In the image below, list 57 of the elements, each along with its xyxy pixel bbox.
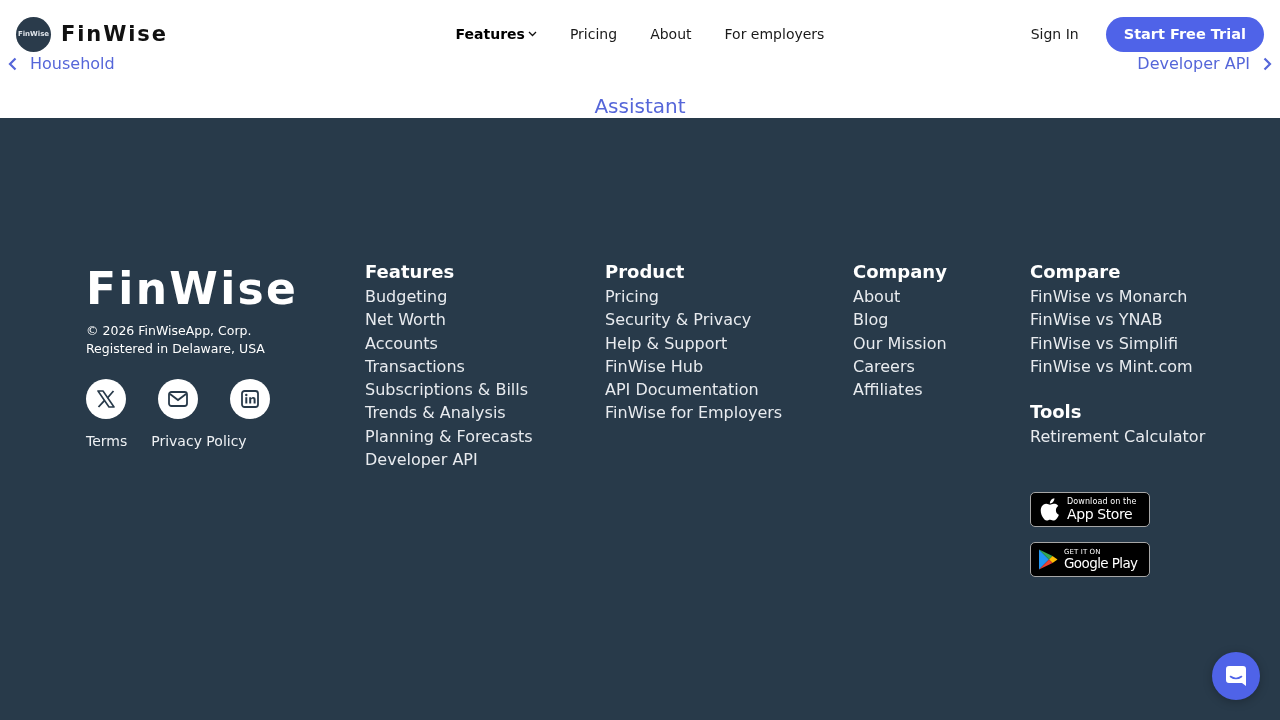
social-link[interactable] [230,379,270,419]
footer-link[interactable]: Developer API [365,448,478,472]
column-heading: Features [365,260,455,284]
nav-link[interactable]: For employers [724,26,825,42]
footer-link[interactable]: API Documentation [605,378,759,402]
column-heading: Compare [1030,260,1121,284]
apple-icon [1040,498,1060,522]
sign-in-link[interactable]: Sign In [1030,26,1079,42]
registration-text: Registered in Delaware, USA [86,340,265,358]
previous-feature-link[interactable]: Household [8,54,115,74]
copyright-text: © 2026 FinWiseApp, Corp. [86,322,252,340]
footer-link[interactable]: FinWise vs Simplifi [1030,331,1178,355]
legal-link[interactable]: Terms [86,432,128,450]
footer-link[interactable]: About [853,285,901,309]
x-logo-icon [97,390,115,408]
footer-link[interactable]: Trends & Analysis [365,401,506,425]
mail-icon [168,391,188,407]
footer-link[interactable]: Budgeting [365,285,448,309]
column-heading: Company [853,260,947,284]
next-feature-link[interactable]: Developer API [1137,54,1272,74]
social-link[interactable] [86,379,126,419]
footer-link[interactable]: Security & Privacy [605,308,752,332]
in-logo-icon [241,390,259,408]
footer-link[interactable]: Subscriptions & Bills [365,378,529,402]
footer-link[interactable]: Retirement Calculator [1030,425,1206,449]
footer-link[interactable]: FinWise Hub [605,354,704,379]
footer-link[interactable]: Net Worth [365,308,446,332]
nav-link[interactable]: Pricing [569,26,618,42]
footer-link[interactable]: FinWise vs YNAB [1030,308,1163,332]
nav-link[interactable]: Features [455,26,537,42]
chevron-down-icon [527,31,537,37]
logo-wordmark[interactable]: FinWise [61,22,168,46]
footer-link[interactable]: Our Mission [853,331,947,355]
footer-link[interactable]: Pricing [605,285,659,309]
footer-link[interactable]: Blog [853,308,889,332]
legal-link[interactable]: Privacy Policy [151,432,247,450]
current-feature-link[interactable]: Assistant [594,94,686,118]
footer-link[interactable]: FinWise for Employers [605,401,783,425]
start-trial-button[interactable]: Start Free Trial [1105,16,1264,52]
play-triangle-icon [1038,548,1058,572]
column-heading: Tools [1030,400,1082,425]
footer-link[interactable]: Affiliates [853,378,923,402]
footer-link[interactable]: FinWise vs Mint.com [1030,354,1193,379]
footer-link[interactable]: FinWise vs Monarch [1030,285,1188,309]
footer-link[interactable]: Planning & Forecasts [365,424,533,449]
social-link[interactable] [158,379,198,419]
chevron-left-icon [8,57,17,71]
column-heading: Product [605,260,685,284]
footer-link[interactable]: Transactions [365,354,465,379]
footer-link[interactable]: Accounts [365,331,438,355]
app-store-badge[interactable]: Download on the App Store [1030,492,1150,528]
chat-bubble-icon [1225,665,1247,687]
chevron-right-icon [1263,57,1272,71]
footer-link[interactable]: Help & Support [605,331,728,355]
footer-link[interactable]: Careers [853,354,915,379]
nav-link[interactable]: About [650,26,692,42]
footer-brand-name: FinWise [86,262,299,315]
